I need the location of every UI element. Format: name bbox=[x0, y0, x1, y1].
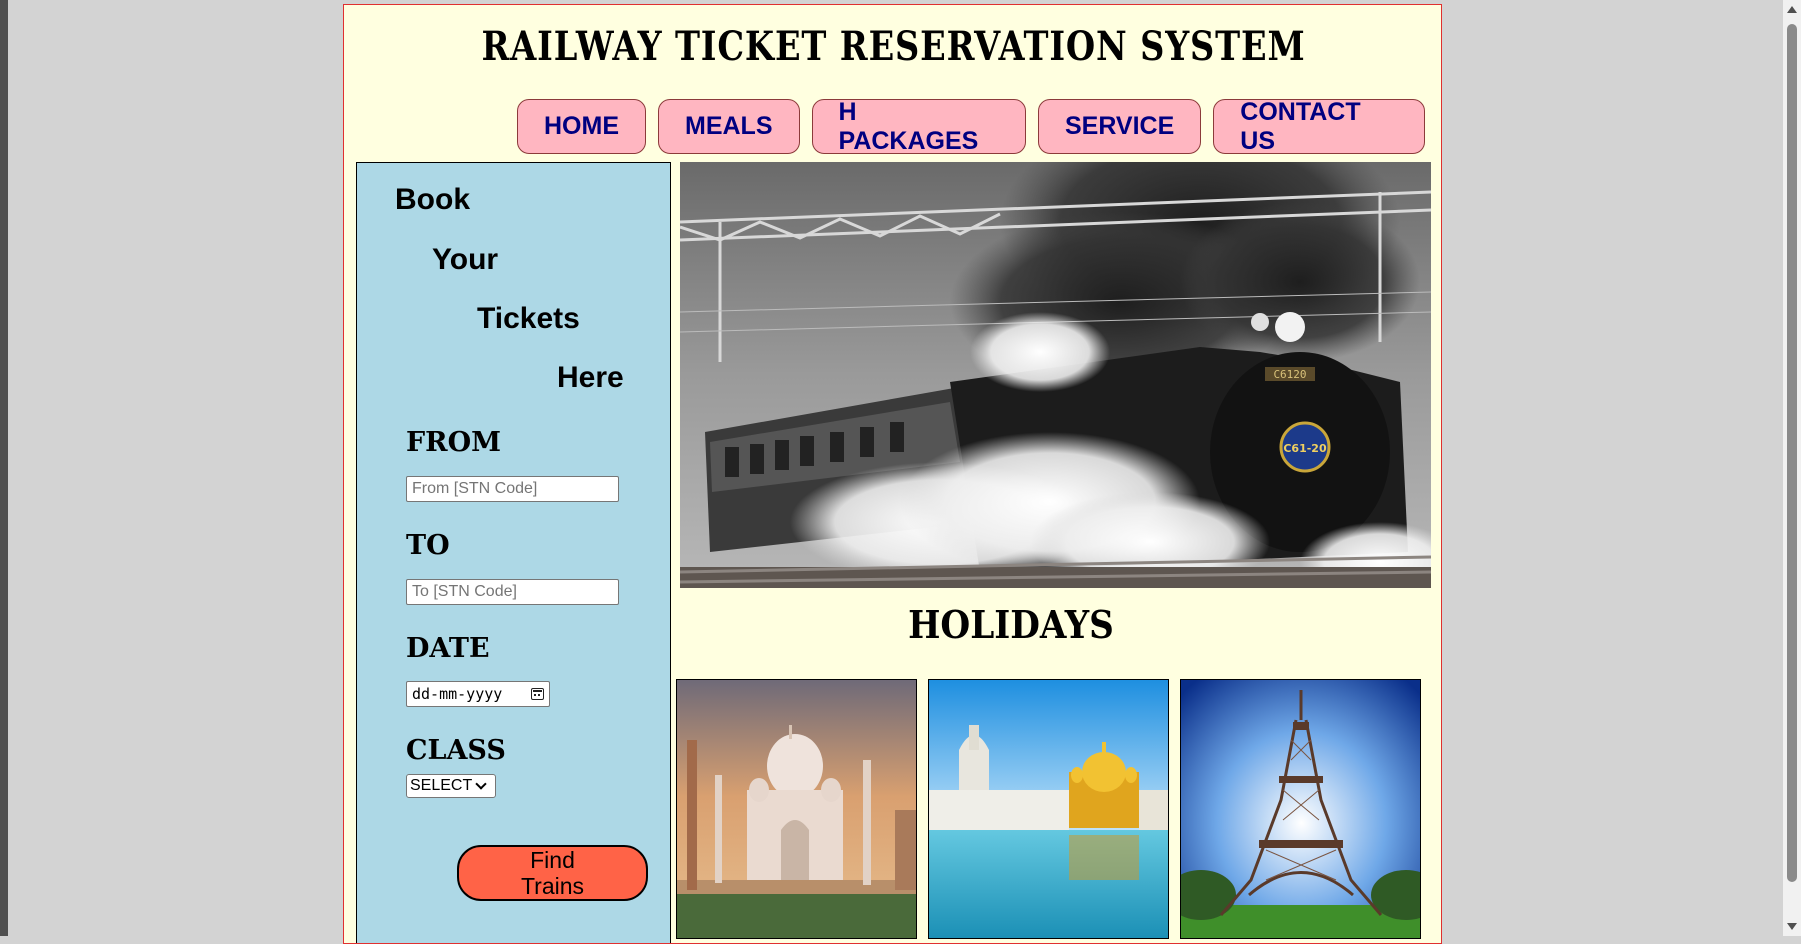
page-container: RAILWAY TICKET RESERVATION SYSTEM HOME M… bbox=[343, 4, 1442, 944]
steam-train-illustration: C6120 C61-20 bbox=[680, 162, 1431, 588]
nav-contact-us-button[interactable]: CONTACT US bbox=[1213, 98, 1425, 155]
booking-heading-line-1: Book bbox=[395, 183, 470, 216]
booking-heading-line-4: Here bbox=[557, 361, 624, 394]
svg-text:C61-20: C61-20 bbox=[1283, 442, 1327, 455]
from-label: FROM bbox=[406, 427, 502, 458]
scroll-thumb[interactable] bbox=[1787, 24, 1797, 882]
to-label: TO bbox=[406, 530, 450, 561]
date-label: DATE bbox=[406, 633, 490, 664]
holiday-card-golden-temple[interactable] bbox=[928, 679, 1169, 939]
taj-mahal-illustration bbox=[677, 680, 916, 938]
holiday-card-taj-mahal[interactable] bbox=[676, 679, 917, 939]
scroll-up-icon[interactable] bbox=[1787, 6, 1797, 13]
eiffel-tower-illustration bbox=[1181, 680, 1420, 938]
find-trains-button[interactable]: Find Trains bbox=[457, 845, 648, 901]
golden-temple-illustration bbox=[929, 680, 1168, 938]
booking-heading-line-2: Your bbox=[432, 243, 499, 276]
nav-home-button[interactable]: HOME bbox=[517, 99, 646, 154]
calendar-icon[interactable] bbox=[531, 688, 544, 700]
scroll-down-icon[interactable] bbox=[1787, 923, 1797, 930]
main-nav: HOME MEALS H PACKAGES SERVICE CONTACT US bbox=[517, 98, 1425, 155]
page-title: RAILWAY TICKET RESERVATION SYSTEM bbox=[481, 23, 1306, 70]
hero-steam-train-image: C6120 C61-20 bbox=[680, 162, 1431, 588]
holidays-title: HOLIDAYS bbox=[908, 602, 1114, 647]
booking-heading-line-3: Tickets bbox=[477, 302, 580, 335]
holiday-card-eiffel-tower[interactable] bbox=[1180, 679, 1421, 939]
nav-meals-button[interactable]: MEALS bbox=[658, 99, 800, 154]
nav-service-button[interactable]: SERVICE bbox=[1037, 99, 1202, 154]
chevron-down-icon bbox=[475, 778, 487, 790]
class-label: CLASS bbox=[406, 735, 506, 766]
class-select-value: SELECT bbox=[410, 777, 473, 794]
date-input-placeholder: dd-mm-yyyy bbox=[412, 685, 503, 703]
svg-text:C6120: C6120 bbox=[1273, 368, 1306, 381]
vertical-scrollbar[interactable] bbox=[1783, 0, 1801, 936]
nav-h-packages-button[interactable]: H PACKAGES bbox=[811, 98, 1026, 155]
window-left-edge bbox=[0, 0, 8, 936]
to-station-input[interactable] bbox=[406, 579, 619, 605]
from-station-input[interactable] bbox=[406, 476, 619, 502]
class-select[interactable]: SELECT bbox=[406, 774, 496, 798]
date-input[interactable]: dd-mm-yyyy bbox=[406, 681, 550, 707]
booking-sidebar: Book Your Tickets Here FROM TO DATE dd-m… bbox=[356, 162, 671, 943]
